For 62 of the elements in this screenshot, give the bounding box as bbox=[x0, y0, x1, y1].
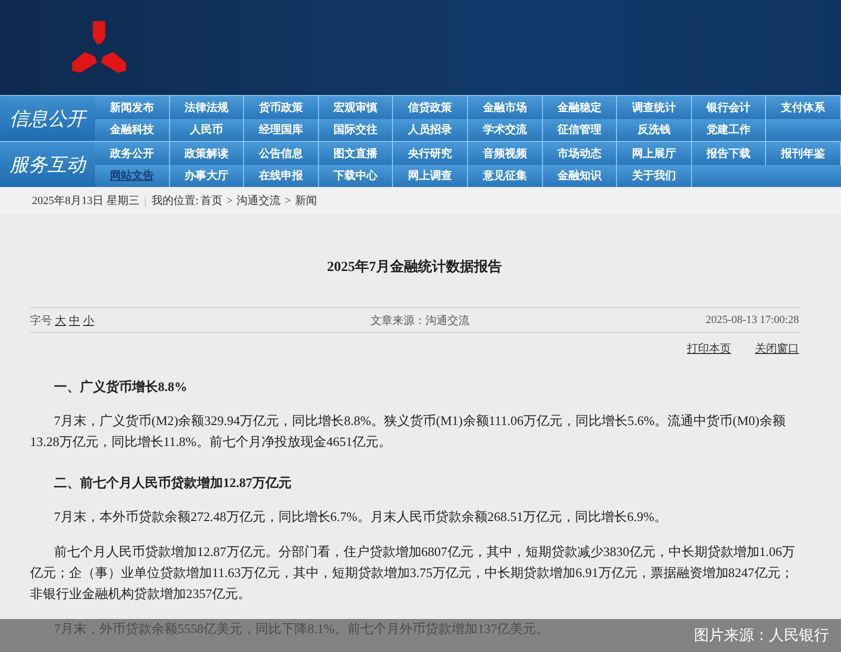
nav-link[interactable]: 报告下载 bbox=[706, 146, 751, 161]
breadcrumb-arrow: > bbox=[226, 194, 233, 206]
nav-link[interactable]: 人民币 bbox=[190, 122, 223, 138]
location-label: 我的位置: bbox=[151, 194, 199, 208]
section-heading: 一、广义货币增长8.8% bbox=[54, 378, 188, 396]
nav-link[interactable]: 网上调查 bbox=[408, 168, 452, 184]
nav-link[interactable]: 调查统计 bbox=[632, 100, 676, 115]
nav-link[interactable]: 国际交往 bbox=[334, 122, 378, 138]
nav-link[interactable]: 意见征集 bbox=[482, 168, 527, 184]
nav-link[interactable]: 金融知识 bbox=[557, 168, 602, 184]
nav-section-label: 信息公开 bbox=[0, 96, 95, 141]
nav-link[interactable]: 办事大厅 bbox=[184, 168, 228, 184]
nav-link[interactable]: 学术交流 bbox=[482, 122, 527, 138]
date-label: 2025年8月13日 星期三 bbox=[32, 194, 140, 208]
nav-link[interactable]: 信贷政策 bbox=[408, 100, 452, 115]
nav-link[interactable]: 央行研究 bbox=[408, 146, 452, 161]
nav-link[interactable]: 政策解读 bbox=[184, 146, 228, 161]
font-size-link[interactable]: 大 bbox=[55, 312, 66, 328]
nav-link[interactable]: 反洗钱 bbox=[637, 122, 670, 138]
nav-link[interactable]: 关于我们 bbox=[632, 168, 676, 184]
nav-link[interactable]: 报刊年鉴 bbox=[781, 146, 826, 161]
nav-link[interactable]: 下载中心 bbox=[334, 168, 378, 184]
nav-link[interactable]: 政务公开 bbox=[110, 146, 154, 161]
nav-link[interactable]: 市场动态 bbox=[557, 146, 602, 161]
body-paragraph: 前七个月人民币贷款增加12.87万亿元。分部门看，住户贷款增加6807亿元，其中，短期贷款减少3830亿元，中长期贷款增加1.06万亿元；企（事）业单位贷款增加11.63万亿元，其中，短期贷款增加3.75万亿元，中长期贷款增加6.91万亿元，票据融资增加8247亿元；非银行业金融机构贷款增加2357亿元。 bbox=[30, 543, 796, 603]
nav-link[interactable]: 图文直播 bbox=[334, 146, 378, 161]
nav-link[interactable]: 在线申报 bbox=[258, 168, 303, 184]
nav-link[interactable]: 金融市场 bbox=[482, 100, 527, 115]
body-paragraph: 7月末，本外币贷款余额272.48万亿元，同比增长6.7%。月末人民币贷款余额268.51万亿元，同比增长6.9%。 bbox=[53, 508, 668, 526]
publish-time: 2025-08-13 17:00:28 bbox=[706, 314, 799, 326]
nav-link[interactable]: 金融稳定 bbox=[557, 100, 602, 115]
nav-link[interactable]: 公告信息 bbox=[258, 146, 303, 161]
breadcrumb-link[interactable]: 沟通交流 bbox=[236, 193, 281, 208]
nav-link[interactable]: 宏观审慎 bbox=[334, 100, 378, 115]
action-link[interactable]: 打印本页 bbox=[687, 341, 731, 356]
section-heading: 二、前七个月人民币贷款增加12.87万亿元 bbox=[54, 474, 292, 492]
nav-link[interactable]: 音频视频 bbox=[482, 146, 527, 161]
nav-link[interactable]: 货币政策 bbox=[258, 100, 303, 115]
article-title: 2025年7月金融统计数据报告 bbox=[326, 258, 503, 276]
nav-link[interactable]: 金融科技 bbox=[110, 122, 154, 138]
nav-link[interactable]: 网站文告 bbox=[110, 168, 154, 184]
nav-link[interactable]: 经理国库 bbox=[258, 122, 303, 138]
breadcrumb-link[interactable]: 新闻 bbox=[294, 193, 317, 208]
action-link[interactable]: 关闭窗口 bbox=[755, 341, 799, 356]
body-paragraph: 7月末，广义货币(M2)余额329.94万亿元，同比增长8.8%。狭义货币(M1)余额111.06万亿元，同比增长5.6%。流通中货币(M0)余额13.28万亿元，同比增长11.8%。前七个月净投放现金4651亿元。 bbox=[30, 412, 786, 451]
nav-link[interactable]: 新闻发布 bbox=[110, 100, 154, 115]
article-source: 文章来源：沟通交流 bbox=[370, 314, 470, 328]
font-size-link[interactable]: 小 bbox=[83, 312, 94, 328]
font-size-label: 字号 bbox=[30, 314, 52, 328]
nav-link[interactable]: 征信管理 bbox=[557, 122, 602, 138]
separator-mark: | bbox=[144, 194, 146, 206]
nav-link[interactable]: 法律法规 bbox=[184, 100, 228, 115]
nav-link[interactable]: 网上展厅 bbox=[632, 146, 676, 161]
body-paragraph: 7月末，外币贷款余额5558亿美元，同比下降8.1%。前七个月外币贷款增加137亿美元。 bbox=[53, 620, 550, 638]
nav-link[interactable]: 党建工作 bbox=[706, 122, 751, 138]
nav-link[interactable]: 人员招录 bbox=[408, 122, 452, 138]
nav-link[interactable]: 支付体系 bbox=[781, 100, 826, 115]
nav-link[interactable]: 银行会计 bbox=[706, 100, 751, 115]
font-size-link[interactable]: 中 bbox=[69, 312, 80, 328]
breadcrumb-link[interactable]: 首页 bbox=[200, 193, 223, 208]
breadcrumb-arrow: > bbox=[284, 194, 291, 206]
nav-section-label: 服务互动 bbox=[0, 142, 95, 187]
